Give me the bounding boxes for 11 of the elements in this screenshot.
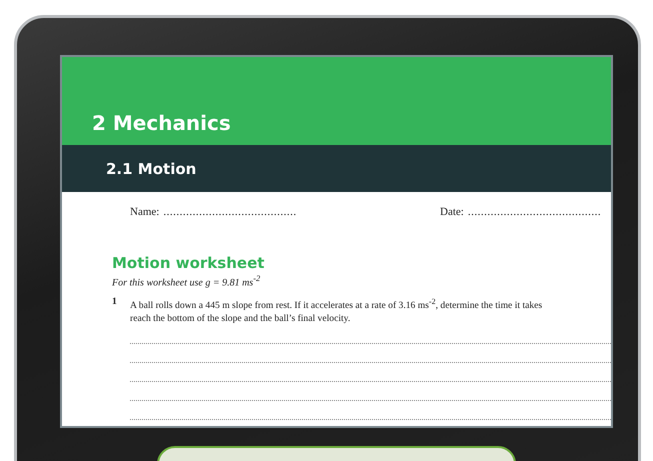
question-text: reach the bottom of the slope and the ball’s final velocity. [130,312,352,325]
question-text: A ball rolls down a 445 m slope from rest. If it accelerates at a rate of 3.16 ms$^{-2}$, determine the time it takes [130,296,544,313]
field-label: Name: [130,206,160,218]
section-title: 2.1 Motion [106,160,196,178]
question-number: 1 [112,296,118,310]
field-label: Date: [440,206,464,218]
chapter-title: 2 Mechanics [92,111,231,135]
worksheet-title: Motion worksheet [112,254,266,272]
fill-in-line[interactable]: ......................................... [163,206,297,218]
worksheet-note: For this worksheet use g = 9.81 ms$^{-2}$ [112,274,262,288]
fill-in-line[interactable]: ......................................... [468,206,602,218]
